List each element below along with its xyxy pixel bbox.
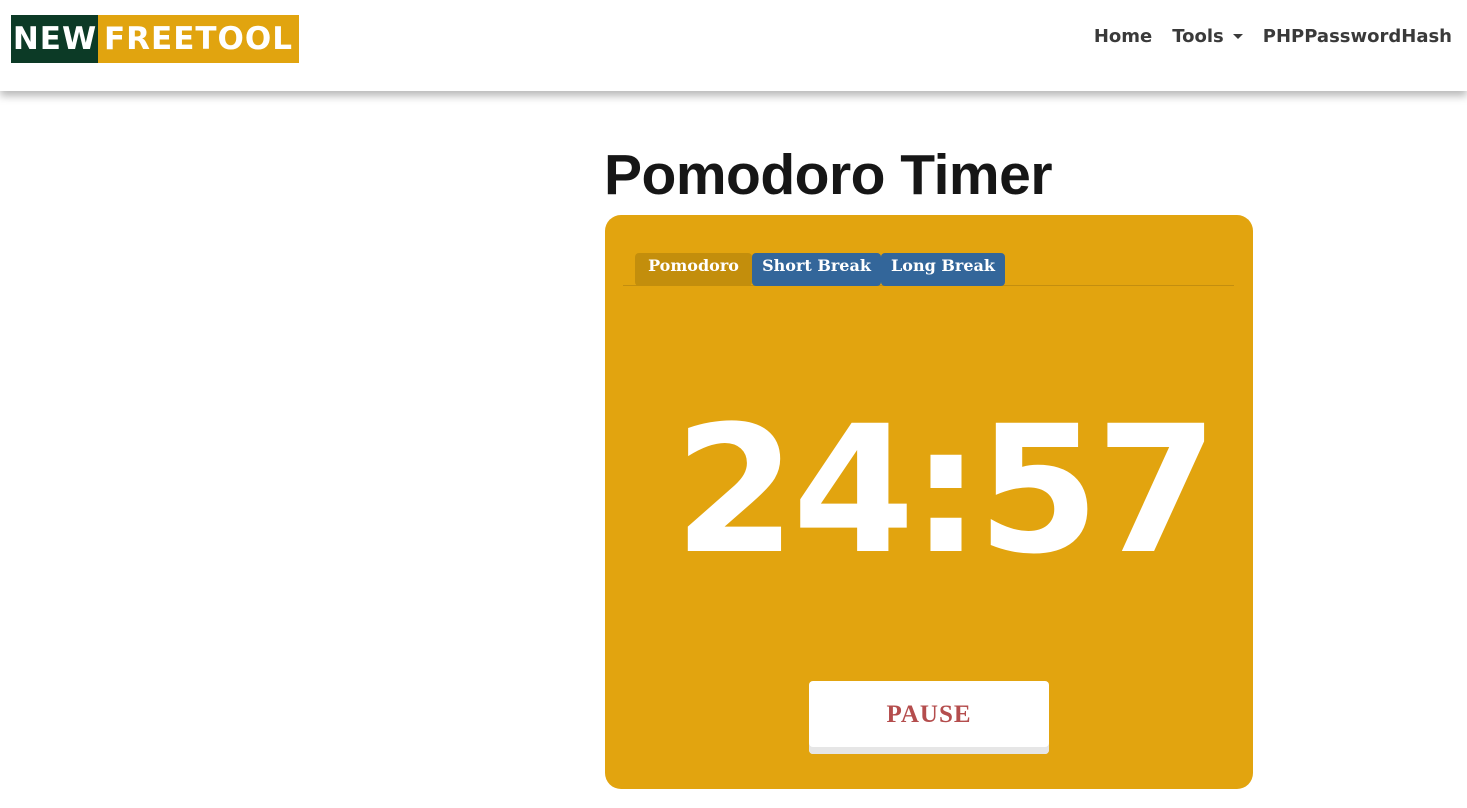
- logo-new-text: NEW: [11, 15, 98, 63]
- caret-down-icon: [1232, 34, 1243, 39]
- timer-tab-bar: Pomodoro Short Break Long Break: [623, 253, 1234, 286]
- page-title: Pomodoro Timer: [604, 143, 1053, 207]
- timer-card: Pomodoro Short Break Long Break 24:57 PA…: [605, 215, 1253, 789]
- nav-tools-dropdown[interactable]: Tools: [1172, 26, 1243, 47]
- tab-long-break[interactable]: Long Break: [881, 253, 1005, 286]
- site-logo[interactable]: NEW FREETOOL: [11, 15, 299, 63]
- top-navbar: NEW FREETOOL Home Tools PHPPasswordHash: [0, 0, 1467, 91]
- tab-short-break[interactable]: Short Break: [752, 253, 881, 286]
- logo-freetool-text: FREETOOL: [98, 15, 299, 63]
- nav-php-password-hash-link[interactable]: PHPPasswordHash: [1263, 26, 1452, 47]
- tab-pomodoro[interactable]: Pomodoro: [635, 253, 752, 286]
- nav-tools-label: Tools: [1172, 26, 1224, 47]
- timer-display: 24:57: [673, 388, 1218, 593]
- nav-home-link[interactable]: Home: [1094, 26, 1152, 47]
- nav-links: Home Tools PHPPasswordHash: [1074, 26, 1452, 47]
- pause-button[interactable]: PAUSE: [809, 681, 1049, 754]
